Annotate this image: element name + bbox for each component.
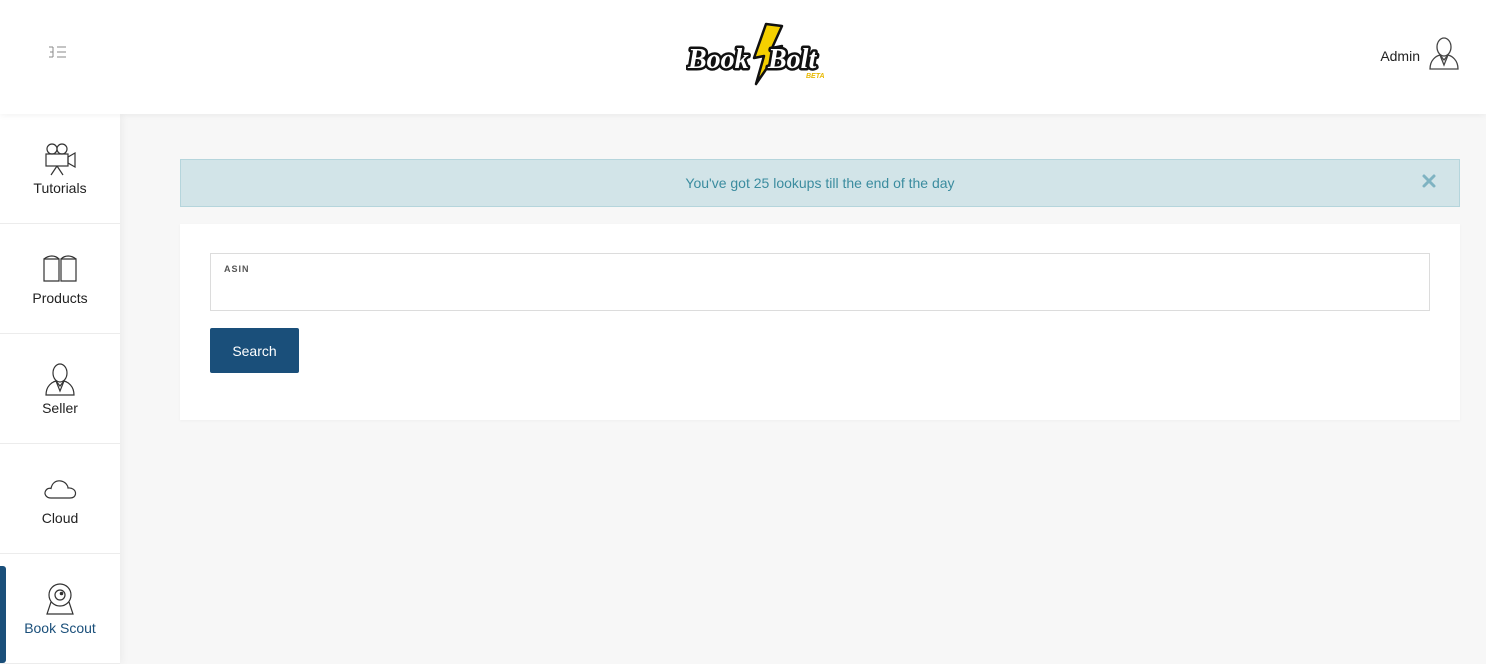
asin-field[interactable]: ASIN — [210, 253, 1430, 311]
webcam-icon — [43, 582, 77, 616]
video-camera-icon — [43, 142, 77, 176]
close-icon[interactable] — [1419, 171, 1439, 191]
sidebar-item-label: Products — [32, 289, 88, 306]
menu-toggle-icon[interactable] — [44, 40, 72, 64]
svg-text:Book: Book — [687, 44, 749, 75]
user-icon — [43, 362, 77, 396]
sidebar-item-seller[interactable]: Seller — [0, 334, 120, 444]
top-bar: Book Bolt BETA Admin — [0, 0, 1486, 114]
user-name: Admin — [1380, 47, 1420, 64]
search-card: ASIN Search — [180, 224, 1460, 420]
alert-message: You've got 25 lookups till the end of th… — [685, 175, 955, 191]
sidebar-item-label: Seller — [42, 399, 78, 416]
search-button[interactable]: Search — [210, 328, 299, 373]
asin-field-label: ASIN — [224, 264, 250, 274]
user-avatar-icon — [1428, 36, 1460, 75]
sidebar-item-tutorials[interactable]: Tutorials — [0, 114, 120, 224]
book-icon — [43, 252, 77, 286]
sidebar-item-book-scout[interactable]: Book Scout — [0, 554, 120, 664]
cloud-icon — [43, 472, 77, 506]
lookup-alert: You've got 25 lookups till the end of th… — [180, 159, 1460, 207]
sidebar-item-products[interactable]: Products — [0, 224, 120, 334]
sidebar-item-cloud[interactable]: Cloud — [0, 444, 120, 554]
user-menu[interactable]: Admin — [1380, 36, 1460, 75]
sidebar-item-label: Cloud — [41, 509, 79, 526]
sidebar-item-label: Book Scout — [24, 619, 96, 636]
book-bolt-logo[interactable]: Book Bolt BETA — [685, 22, 836, 86]
svg-text:Bolt: Bolt — [767, 44, 817, 75]
main-content: You've got 25 lookups till the end of th… — [120, 114, 1486, 664]
svg-text:BETA: BETA — [806, 73, 825, 80]
asin-input[interactable] — [223, 280, 1413, 304]
sidebar-nav: Tutorials Products Seller Cloud Book Sco… — [0, 114, 120, 664]
sidebar-item-label: Tutorials — [33, 179, 87, 196]
